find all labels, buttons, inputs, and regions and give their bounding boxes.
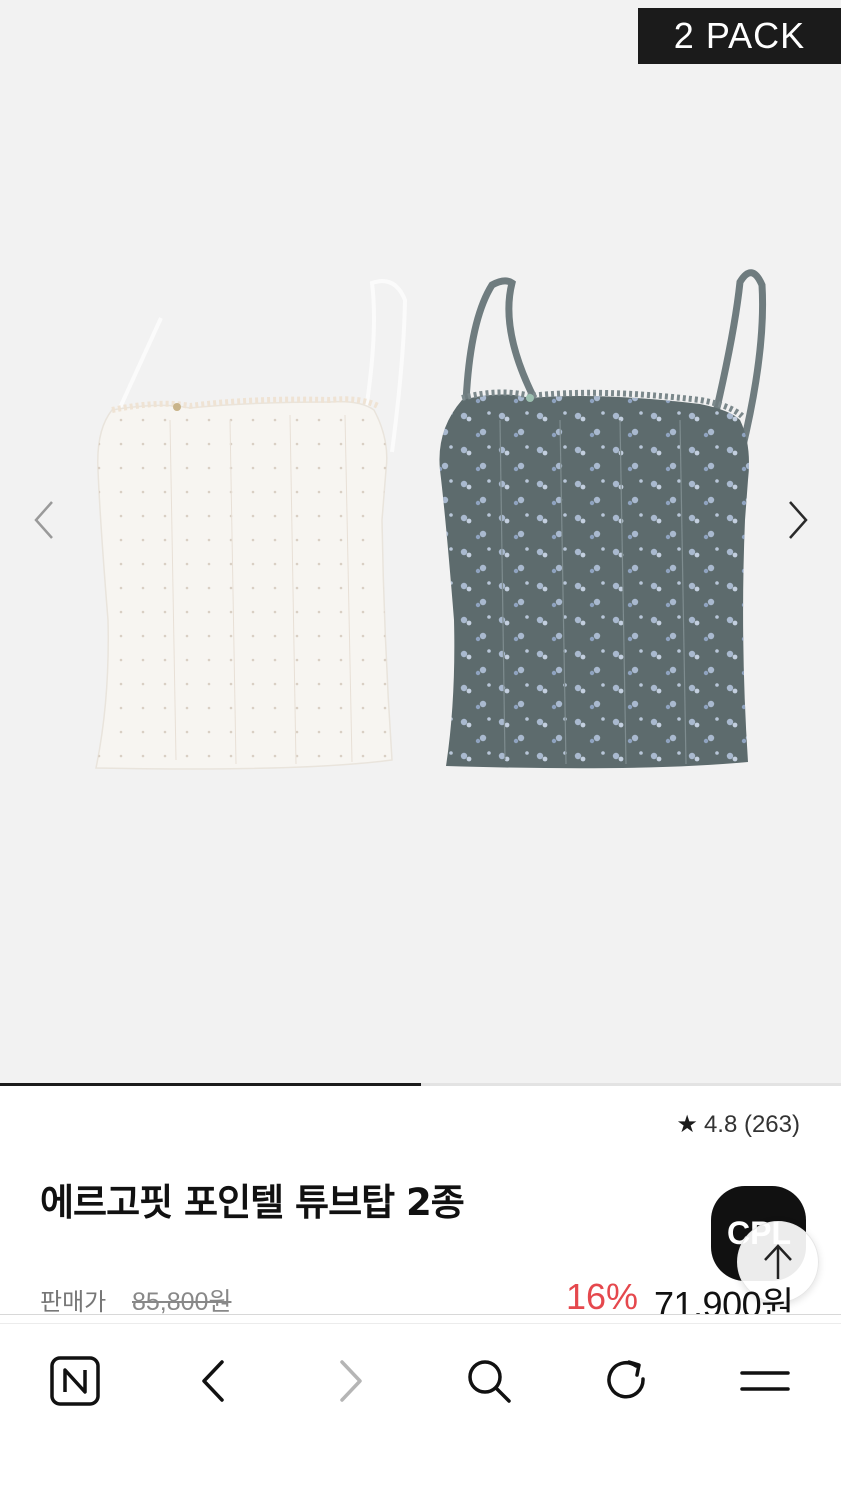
menu-icon bbox=[740, 1371, 790, 1391]
search-icon bbox=[468, 1360, 511, 1403]
next-image-button[interactable] bbox=[778, 495, 818, 545]
forward-button[interactable] bbox=[321, 1351, 381, 1411]
product-image-gallery[interactable]: 2 PACK bbox=[0, 0, 841, 1086]
chevron-right-icon bbox=[789, 501, 808, 539]
price-label: 판매가 bbox=[40, 1288, 107, 1316]
star-icon: ★ bbox=[676, 1111, 698, 1138]
discount-rate: 16% bbox=[566, 1276, 639, 1317]
original-price: 85,800원 bbox=[132, 1288, 232, 1316]
home-n-icon bbox=[50, 1356, 100, 1406]
refresh-icon bbox=[607, 1360, 645, 1399]
prev-image-button[interactable] bbox=[24, 495, 64, 545]
back-icon bbox=[202, 1360, 224, 1402]
product-rating[interactable]: ★ 4.8 (263) bbox=[676, 1110, 800, 1139]
product-title: 에르고핏 포인텔 튜브탑 2종 bbox=[40, 1181, 465, 1224]
home-button[interactable] bbox=[45, 1351, 105, 1411]
gallery-progress-bar bbox=[0, 1083, 841, 1086]
search-button[interactable] bbox=[459, 1351, 519, 1411]
toolbar-divider bbox=[0, 1323, 841, 1324]
menu-button[interactable] bbox=[735, 1351, 795, 1411]
chevron-left-icon bbox=[34, 501, 53, 539]
gallery-progress-fill bbox=[0, 1083, 421, 1086]
forward-icon bbox=[340, 1360, 362, 1402]
gray-floral-camisole bbox=[439, 269, 767, 769]
browser-toolbar bbox=[0, 1314, 841, 1500]
pack-badge: 2 PACK bbox=[638, 8, 841, 64]
price-row: 판매가 85,800원 16% 71,900원 bbox=[0, 1276, 841, 1325]
white-camisole bbox=[95, 279, 408, 770]
back-button[interactable] bbox=[183, 1351, 243, 1411]
refresh-button[interactable] bbox=[597, 1351, 657, 1411]
product-image bbox=[95, 269, 767, 770]
rating-text: 4.8 (263) bbox=[703, 1111, 800, 1138]
